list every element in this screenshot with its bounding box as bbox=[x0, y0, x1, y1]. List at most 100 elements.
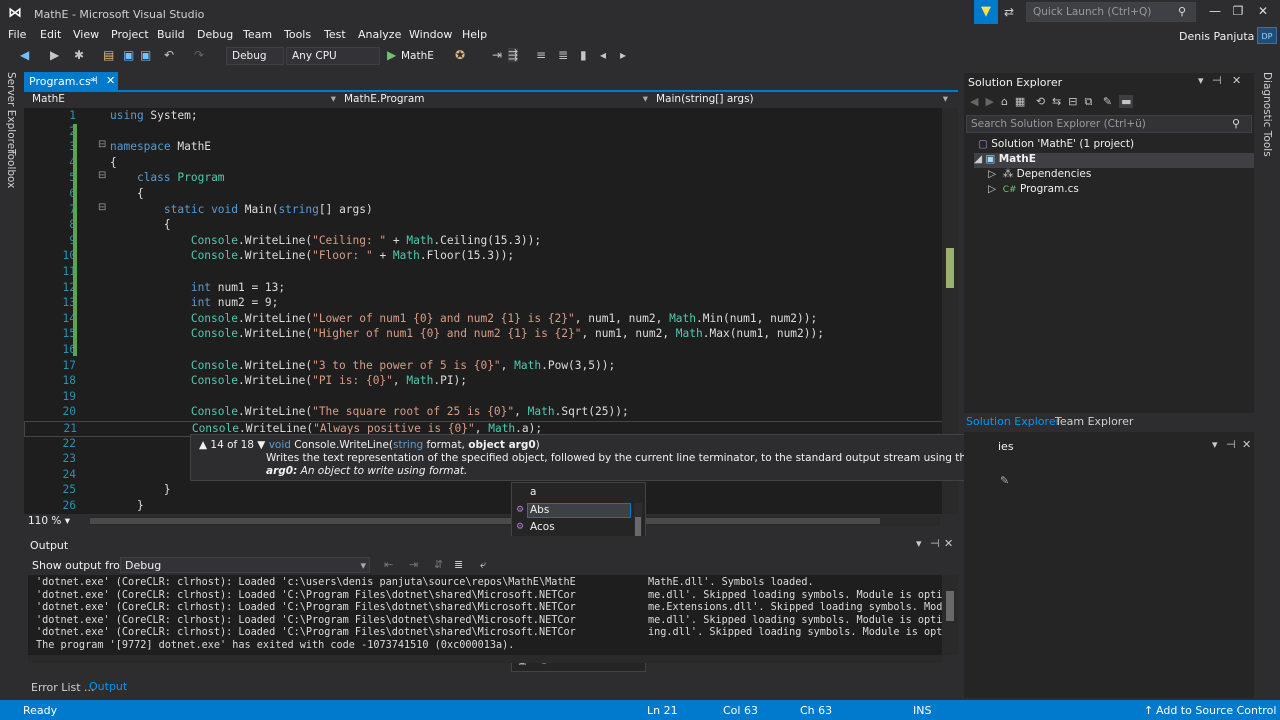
code-line[interactable]: 26 } bbox=[24, 499, 944, 514]
prev-bookmark-icon[interactable]: ◂ bbox=[600, 48, 606, 62]
platform-select[interactable]: Any CPU bbox=[286, 47, 380, 65]
prop-pin-icon[interactable]: ⊣ bbox=[1226, 438, 1236, 451]
menu-build[interactable]: Build bbox=[157, 28, 185, 41]
menu-window[interactable]: Window bbox=[409, 28, 452, 41]
code-line[interactable]: 8 { bbox=[24, 218, 944, 234]
code-line[interactable]: 20 Console.WriteLine("The square root of… bbox=[24, 405, 944, 421]
new-project-icon[interactable]: ✱ bbox=[74, 48, 84, 62]
output-hscrollbar[interactable] bbox=[28, 655, 942, 663]
completion-item[interactable]: Acos bbox=[530, 521, 555, 533]
code-line[interactable]: 16 bbox=[24, 343, 944, 359]
properties-icon[interactable]: ✎ bbox=[1103, 95, 1112, 108]
output-scroll-thumb[interactable] bbox=[946, 591, 954, 621]
code-line[interactable]: 2 bbox=[24, 125, 944, 141]
tab-team-explorer[interactable]: Team Explorer bbox=[1055, 415, 1133, 428]
output-text-area[interactable]: 'dotnet.exe' (CoreCLR: clrhost): Loaded … bbox=[28, 575, 942, 655]
forward-icon[interactable]: ▶ bbox=[985, 95, 993, 108]
project-node[interactable]: ◢ ▣ MathE bbox=[974, 153, 1254, 168]
menu-test[interactable]: Test bbox=[324, 28, 346, 41]
menu-analyze[interactable]: Analyze bbox=[358, 28, 401, 41]
code-line[interactable]: 10 Console.WriteLine("Floor: " + Math.Fl… bbox=[24, 249, 944, 265]
error-list-tab[interactable]: Error List ... bbox=[31, 681, 95, 694]
undo-icon[interactable]: ↶ bbox=[164, 48, 174, 62]
forward-icon[interactable]: ▶ bbox=[50, 48, 59, 62]
output-tab[interactable]: Output bbox=[89, 680, 127, 693]
configuration-select[interactable]: Debug bbox=[226, 47, 284, 65]
process-icon[interactable]: ✪ bbox=[455, 48, 465, 62]
restore-icon[interactable]: ❐ bbox=[1228, 4, 1248, 18]
overload-down-icon[interactable]: ▼ bbox=[257, 439, 265, 451]
output-scrollbar[interactable] bbox=[942, 575, 958, 655]
toggle-icon[interactable]: ⇶ bbox=[508, 48, 519, 62]
comment-icon[interactable]: ≡ bbox=[536, 48, 546, 62]
diagnostic-tools-tab[interactable]: Diagnostic Tools bbox=[1261, 72, 1273, 157]
open-file-icon[interactable]: ▤ bbox=[103, 48, 114, 62]
collapse-region-icon[interactable]: ⊟ bbox=[98, 202, 106, 213]
output-goto-icon[interactable]: ⇵ bbox=[434, 558, 443, 571]
minimize-icon[interactable]: — bbox=[1205, 4, 1225, 18]
menu-file[interactable]: File bbox=[8, 28, 26, 41]
source-control-icon[interactable]: ↑ bbox=[1144, 704, 1153, 717]
project-nav-select[interactable]: MathE ▾ bbox=[28, 92, 338, 108]
uncomment-icon[interactable]: ≣ bbox=[558, 48, 568, 62]
switch-views-icon[interactable]: ▦ bbox=[1015, 95, 1025, 108]
word-wrap-icon[interactable]: ⤶ bbox=[480, 558, 486, 572]
menu-team[interactable]: Team bbox=[243, 28, 272, 41]
collapse-region-icon[interactable]: ⊟ bbox=[98, 139, 106, 150]
start-icon[interactable]: ▶ bbox=[387, 48, 396, 62]
collapse-all-icon[interactable]: ⊟ bbox=[1068, 95, 1077, 108]
menu-view[interactable]: View bbox=[73, 28, 99, 41]
save-all-icon[interactable]: ▣ bbox=[140, 48, 151, 62]
panel-menu-icon[interactable]: ▾ bbox=[916, 537, 922, 550]
code-line[interactable]: 3 namespace MathE bbox=[24, 140, 944, 156]
code-line[interactable]: 12 int num1 = 13; bbox=[24, 281, 944, 297]
zoom-select[interactable]: 110 % ▾ bbox=[28, 515, 70, 527]
tab-solution-explorer[interactable]: Solution Explorer bbox=[966, 415, 1060, 428]
sol-menu-icon[interactable]: ▾ bbox=[1198, 74, 1204, 87]
menu-project[interactable]: Project bbox=[111, 28, 149, 41]
menu-tools[interactable]: Tools bbox=[284, 28, 311, 41]
code-line[interactable]: 17 Console.WriteLine("3 to the power of … bbox=[24, 359, 944, 375]
code-line[interactable]: 25 } bbox=[24, 483, 944, 499]
toolbox-tab[interactable]: Toolbox bbox=[5, 149, 17, 188]
code-line[interactable]: 5 class Program bbox=[24, 171, 944, 187]
code-line[interactable]: 7 static void Main(string[] args) bbox=[24, 203, 944, 219]
history-icon[interactable]: ⟲ bbox=[1036, 95, 1045, 108]
menu-help[interactable]: Help bbox=[462, 28, 487, 41]
solution-node[interactable]: ▢ Solution 'MathE' (1 project) bbox=[978, 138, 1134, 150]
back-icon[interactable]: ◀ bbox=[970, 95, 978, 108]
menu-edit[interactable]: Edit bbox=[40, 28, 61, 41]
code-line[interactable]: 4{ bbox=[24, 156, 944, 172]
output-next-icon[interactable]: ⇥ bbox=[409, 558, 418, 571]
user-name[interactable]: Denis Panjuta bbox=[1179, 30, 1254, 43]
overload-up-icon[interactable]: ▲ bbox=[199, 439, 207, 451]
code-line[interactable]: 18 Console.WriteLine("PI is: {0}", Math.… bbox=[24, 374, 944, 390]
avatar[interactable]: DP bbox=[1257, 27, 1277, 44]
preview-icon[interactable]: ▬ bbox=[1119, 95, 1134, 108]
member-nav-select[interactable]: Main(string[] args) ▾ bbox=[652, 92, 956, 108]
dependencies-node[interactable]: ▷ ⁂ Dependencies bbox=[988, 168, 1091, 180]
program-cs-node[interactable]: ▷ C# Program.cs bbox=[988, 183, 1079, 195]
output-source-select[interactable]: Debug ▾ bbox=[120, 557, 370, 573]
home-icon[interactable]: ⌂ bbox=[1001, 95, 1008, 108]
save-icon[interactable]: ▣ bbox=[123, 48, 134, 62]
tab-program-cs[interactable]: Program.cs* ⊣ ✕ bbox=[24, 72, 118, 90]
step-icon[interactable]: ⇥ bbox=[492, 48, 502, 62]
scroll-thumb[interactable] bbox=[90, 518, 880, 524]
code-line[interactable]: 1 using System; bbox=[24, 109, 944, 125]
prop-menu-icon[interactable]: ▾ bbox=[1212, 438, 1218, 451]
close-window-icon[interactable]: ✕ bbox=[1253, 4, 1273, 18]
code-line[interactable]: 19 bbox=[24, 390, 944, 406]
next-bookmark-icon[interactable]: ▸ bbox=[620, 48, 626, 62]
code-line[interactable]: 11 bbox=[24, 265, 944, 281]
prop-pages-icon[interactable]: ✎ bbox=[1000, 474, 1009, 487]
feedback-icon[interactable]: ⇄ bbox=[1004, 5, 1014, 19]
start-button[interactable]: MathE bbox=[401, 50, 434, 62]
clear-all-icon[interactable]: ≣ bbox=[454, 558, 463, 571]
panel-close-icon[interactable]: ✕ bbox=[944, 537, 953, 550]
sync-icon[interactable]: ⇆ bbox=[1052, 95, 1061, 108]
pin-icon[interactable]: ⊣ bbox=[88, 74, 98, 87]
code-line[interactable]: 13 int num2 = 9; bbox=[24, 296, 944, 312]
menu-debug[interactable]: Debug bbox=[197, 28, 233, 41]
output-prev-icon[interactable]: ⇤ bbox=[384, 558, 393, 571]
